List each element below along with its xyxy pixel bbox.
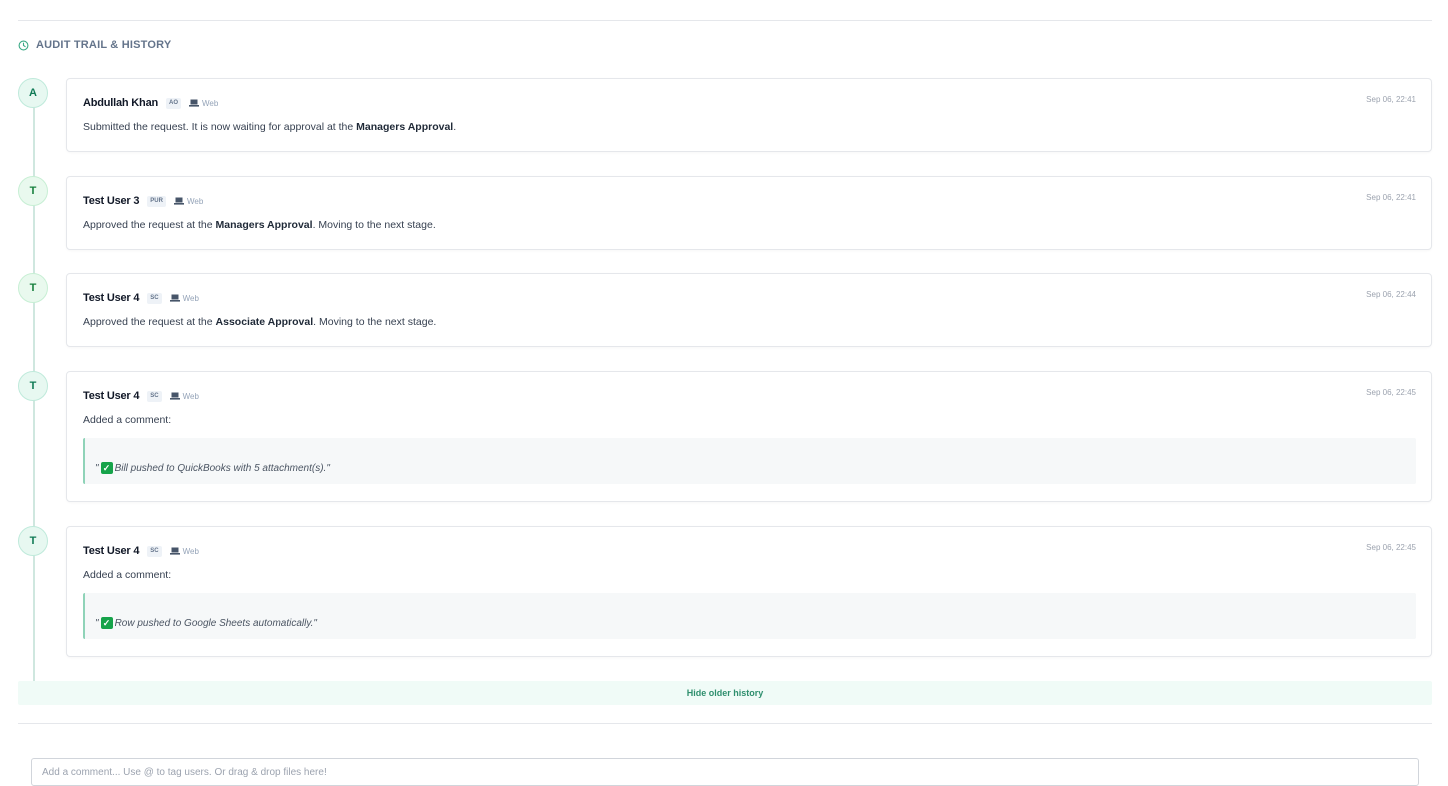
entry-message: Approved the request at the Associate Ap… (83, 316, 437, 328)
comment-quote: " ✓ Row pushed to Google Sheets automati… (83, 593, 1416, 639)
history-card: Test User 3 PUR Web Sep 06, 22:41 Approv… (66, 176, 1432, 250)
user-name: Test User 4 (83, 292, 140, 304)
role-badge: PUR (147, 195, 166, 207)
hide-older-history-button[interactable]: Hide older history (18, 681, 1432, 705)
user-name: Test User 4 (83, 545, 140, 557)
history-entry: T Test User 4 SC Web Sep 06, 22:45 Added… (18, 526, 1432, 657)
stage-name: Associate Approval (215, 316, 314, 328)
history-card: Test User 4 SC Web Sep 06, 22:45 Added a… (66, 526, 1432, 657)
laptop-icon (169, 547, 180, 555)
channel-label: Web (189, 99, 218, 108)
timestamp: Sep 06, 22:44 (1366, 290, 1416, 299)
entry-message: Submitted the request. It is now waiting… (83, 121, 457, 133)
comment-quote: " ✓ Bill pushed to QuickBooks with 5 att… (83, 438, 1416, 484)
laptop-icon (189, 99, 200, 107)
channel-label: Web (169, 547, 199, 556)
comment-text: Bill pushed to QuickBooks with 5 attachm… (114, 462, 330, 474)
history-entry: T Test User 4 SC Web Sep 06, 22:44 Appro… (18, 273, 1432, 347)
laptop-icon (169, 294, 180, 302)
channel-label: Web (173, 197, 203, 206)
timestamp: Sep 06, 22:45 (1366, 388, 1416, 397)
history-entry: T Test User 3 PUR Web Sep 06, 22:41 Appr… (18, 176, 1432, 250)
timestamp: Sep 06, 22:41 (1366, 193, 1416, 202)
laptop-icon (173, 197, 184, 205)
section-title: AUDIT TRAIL & HISTORY (36, 39, 172, 51)
avatar: T (18, 176, 48, 206)
timestamp: Sep 06, 22:41 (1366, 95, 1416, 104)
timestamp: Sep 06, 22:45 (1366, 543, 1416, 552)
comment-text: Row pushed to Google Sheets automaticall… (114, 617, 317, 629)
role-badge: SC (147, 292, 162, 304)
channel-label: Web (169, 392, 199, 401)
avatar: T (18, 526, 48, 556)
history-card: Test User 4 SC Web Sep 06, 22:44 Approve… (66, 273, 1432, 347)
clock-icon (18, 40, 29, 50)
comment-input[interactable] (31, 758, 1419, 786)
stage-name: Managers Approval (356, 121, 454, 133)
role-badge: SC (147, 390, 162, 402)
avatar: A (18, 78, 48, 108)
avatar: T (18, 273, 48, 303)
user-name: Test User 3 (83, 195, 140, 207)
check-icon: ✓ (100, 617, 113, 629)
history-entry: A Abdullah Khan AO Web Sep 06, 22:41 Sub… (18, 78, 1432, 152)
history-entry: T Test User 4 SC Web Sep 06, 22:45 Added… (18, 371, 1432, 502)
stage-name: Managers Approval (215, 219, 313, 231)
user-name: Test User 4 (83, 390, 140, 402)
check-icon: ✓ (100, 462, 113, 474)
channel-label: Web (169, 294, 199, 303)
avatar: T (18, 371, 48, 401)
section-header: AUDIT TRAIL & HISTORY (18, 39, 171, 51)
entry-message: Approved the request at the Managers App… (83, 219, 436, 231)
role-badge: AO (166, 97, 182, 109)
history-card: Test User 4 SC Web Sep 06, 22:45 Added a… (66, 371, 1432, 502)
laptop-icon (169, 392, 180, 400)
role-badge: SC (147, 545, 162, 557)
bottom-divider (18, 723, 1432, 724)
user-name: Abdullah Khan (83, 97, 159, 109)
entry-message: Added a comment: (83, 414, 172, 426)
top-divider (18, 20, 1432, 21)
history-card: Abdullah Khan AO Web Sep 06, 22:41 Submi… (66, 78, 1432, 152)
entry-message: Added a comment: (83, 569, 172, 581)
